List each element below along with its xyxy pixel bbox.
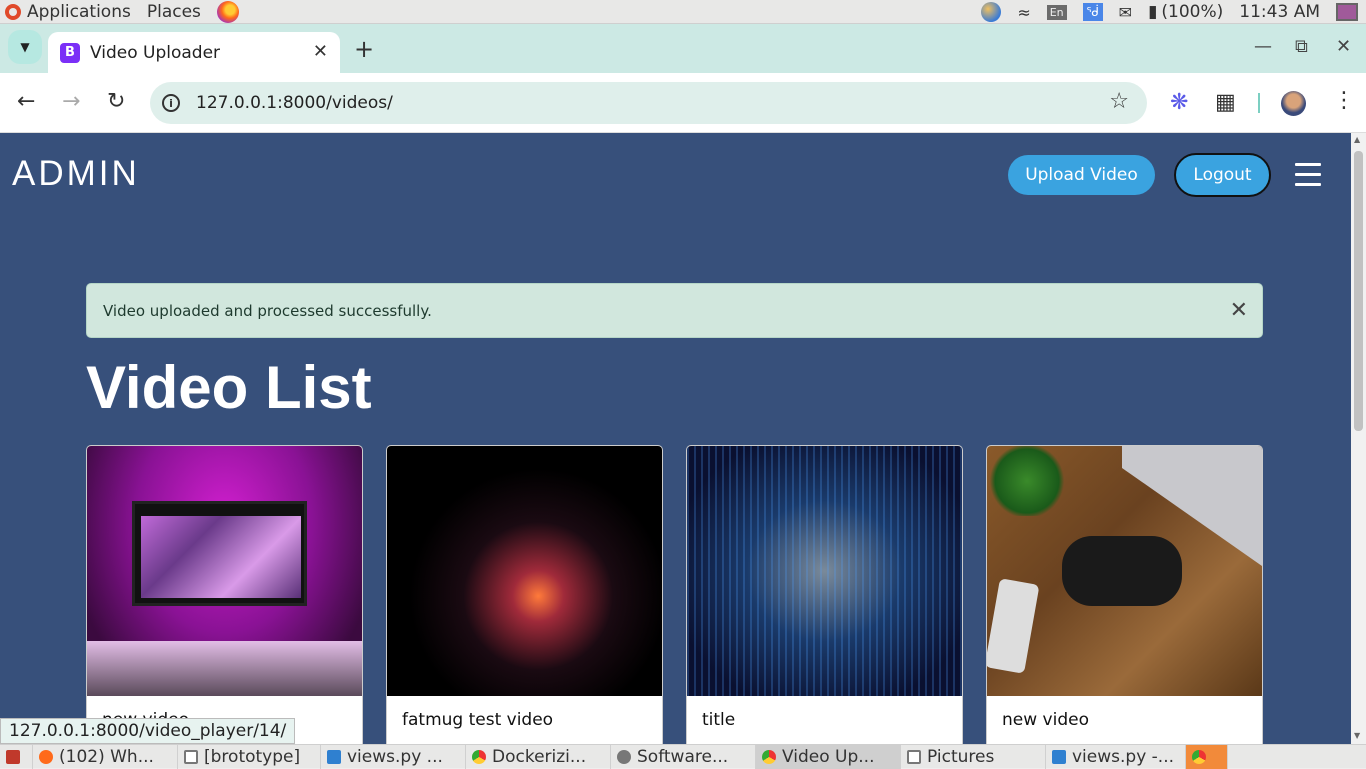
session-menu-icon[interactable] (1336, 3, 1358, 21)
brand-logo[interactable]: ADMIN (12, 154, 140, 194)
taskbar-item[interactable]: views.py ... (321, 744, 466, 769)
video-thumbnail[interactable] (987, 446, 1262, 696)
vscode-icon (327, 749, 341, 764)
clock[interactable]: 11:43 AM (1239, 0, 1320, 24)
show-desktop-icon[interactable] (0, 744, 33, 769)
browser-menu-kebab-icon[interactable]: ⋮ (1333, 88, 1355, 113)
extensions-puzzle-icon[interactable]: ▦ (1215, 90, 1236, 115)
software-center-icon (617, 749, 631, 764)
profile-avatar[interactable] (1281, 91, 1306, 116)
taskbar-item[interactable]: views.py -... (1046, 744, 1186, 769)
page-title: Video List (86, 354, 372, 421)
tab-close-icon[interactable]: ✕ (313, 41, 328, 62)
video-thumbnail[interactable] (87, 446, 362, 696)
firefox-icon (39, 749, 53, 764)
page-scrollbar[interactable]: ▲ ▼ (1351, 133, 1366, 744)
address-url[interactable]: 127.0.0.1:8000/videos/ (196, 93, 393, 113)
extension-asterisk-icon[interactable]: ❋ (1170, 90, 1188, 115)
taskbar-item[interactable]: Dockerizi... (466, 744, 611, 769)
video-thumbnail[interactable] (387, 446, 662, 696)
restore-icon[interactable]: ⧉ (1295, 36, 1308, 57)
tab-video-uploader[interactable]: B Video Uploader ✕ (48, 32, 340, 73)
taskbar-item[interactable]: Software... (611, 744, 756, 769)
network-globe-icon[interactable] (981, 2, 1002, 22)
address-bar[interactable]: i 127.0.0.1:8000/videos/ ☆ (150, 82, 1147, 124)
bootstrap-favicon-icon: B (60, 42, 80, 63)
scroll-down-arrow-icon[interactable]: ▼ (1354, 731, 1360, 740)
back-arrow-icon[interactable]: ← (17, 89, 35, 114)
window-icon (184, 749, 198, 764)
applications-menu[interactable]: Applications (27, 2, 131, 22)
scroll-up-arrow-icon[interactable]: ▲ (1354, 135, 1360, 144)
taskbar-item[interactable]: Pictures (901, 744, 1046, 769)
os-taskbar: (102) Wh... [brototype] views.py ... Doc… (0, 744, 1366, 769)
tab-search-chevron-down-icon[interactable]: ▼ (8, 30, 42, 64)
site-info-icon[interactable]: i (162, 94, 180, 112)
alert-close-icon[interactable]: ✕ (1230, 298, 1248, 323)
keyboard-layout-indicator[interactable]: En (1046, 4, 1067, 20)
places-menu[interactable]: Places (147, 2, 201, 22)
new-tab-plus-icon[interactable]: + (354, 35, 374, 63)
video-title[interactable]: new video (987, 696, 1262, 744)
page-content: ADMIN Upload Video Logout Video uploaded… (0, 133, 1351, 744)
os-top-panel: Applications Places ≈ En ᖂ ✉ ▮ (100%) 11… (0, 0, 1366, 24)
forward-arrow-icon[interactable]: → (62, 89, 80, 114)
battery-icon[interactable]: ▮ (1148, 0, 1157, 24)
scrollbar-thumb[interactable] (1354, 151, 1363, 431)
bookmark-star-icon[interactable]: ☆ (1109, 89, 1129, 114)
hamburger-menu-icon[interactable] (1295, 163, 1321, 186)
browser-toolbar: ← → ↻ i 127.0.0.1:8000/videos/ ☆ ❋ ▦ (0, 73, 1366, 133)
video-card[interactable]: new video (986, 445, 1263, 744)
minimize-icon[interactable]: — (1254, 36, 1272, 57)
video-title[interactable]: title (687, 696, 962, 744)
wifi-icon[interactable]: ≈ (1017, 0, 1030, 24)
folder-window-icon (907, 749, 921, 764)
firefox-launcher-icon[interactable] (216, 0, 239, 23)
browser-tabstrip: ▼ B Video Uploader ✕ + — ⧉ ✕ (0, 24, 1366, 73)
mail-icon[interactable]: ✉ (1119, 0, 1132, 24)
ubuntu-logo-icon[interactable] (5, 3, 21, 20)
taskbar-item[interactable]: (102) Wh... (33, 744, 178, 769)
chrome-icon (472, 749, 486, 764)
upload-video-button[interactable]: Upload Video (1008, 155, 1155, 195)
chrome-icon (1192, 749, 1206, 764)
video-title[interactable]: fatmug test video (387, 696, 662, 744)
window-close-icon[interactable]: ✕ (1336, 36, 1351, 57)
link-status-bubble: 127.0.0.1:8000/video_player/14/ (0, 718, 296, 744)
chrome-icon (762, 749, 776, 764)
toolbar-divider (1258, 93, 1260, 113)
taskbar-item-chrome[interactable] (1186, 744, 1228, 769)
video-thumbnail[interactable] (687, 446, 962, 696)
battery-percent: (100%) (1161, 2, 1224, 22)
video-card[interactable]: new video (86, 445, 363, 744)
bluetooth-icon[interactable]: ᖂ (1082, 3, 1103, 21)
alert-message: Video uploaded and processed successfull… (103, 301, 432, 320)
taskbar-item[interactable]: Video Up... (756, 744, 901, 769)
taskbar-item[interactable]: [brototype] (178, 744, 321, 769)
video-card[interactable]: title (686, 445, 963, 744)
video-card[interactable]: fatmug test video (386, 445, 663, 744)
tab-title: Video Uploader (90, 42, 221, 63)
success-alert: Video uploaded and processed successfull… (86, 283, 1263, 338)
logout-button[interactable]: Logout (1174, 153, 1271, 197)
vscode-icon (1052, 749, 1066, 764)
reload-icon[interactable]: ↻ (107, 89, 125, 114)
